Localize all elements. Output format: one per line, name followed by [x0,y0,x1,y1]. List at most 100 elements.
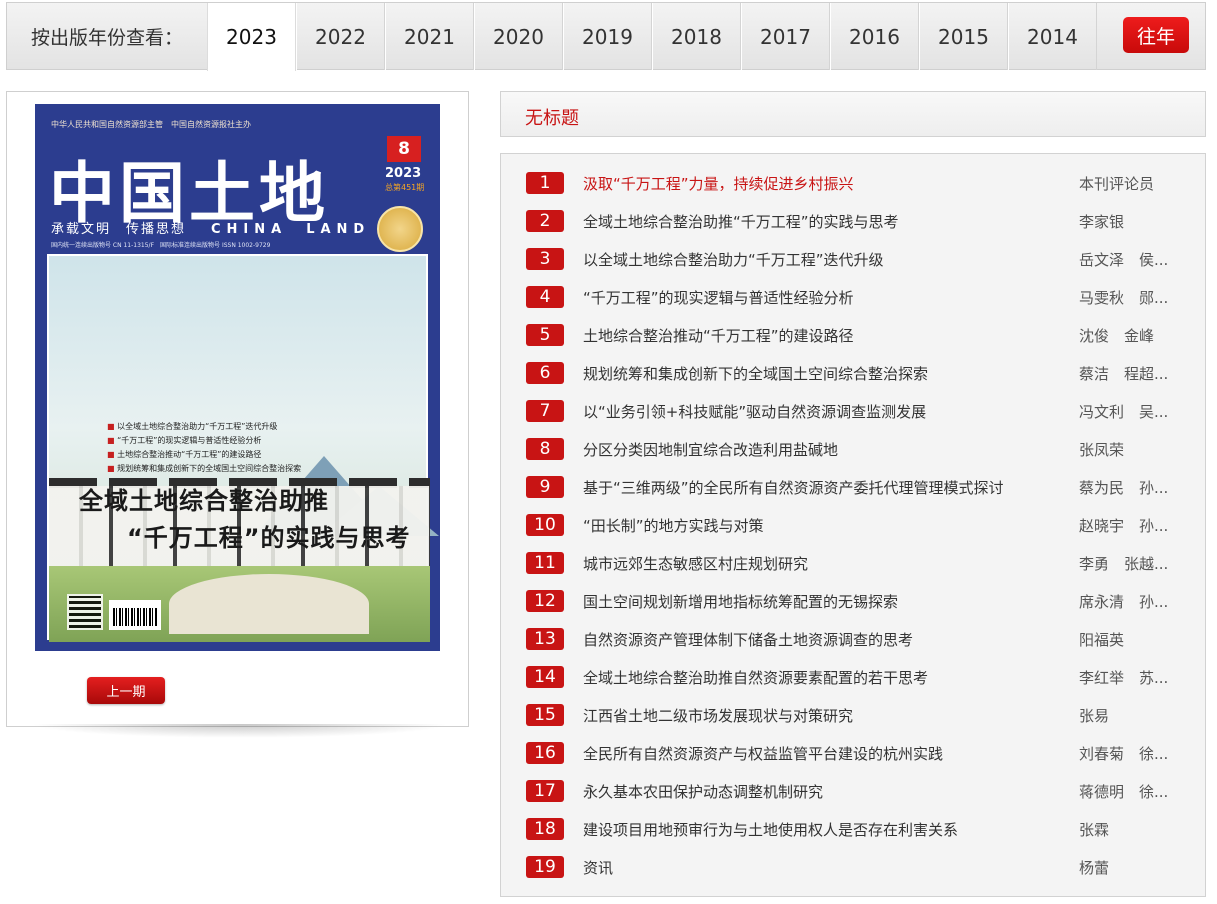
article-title-link[interactable]: 全域土地综合整治助推自然资源要素配置的若干思考 [583,667,928,688]
past-years-button[interactable]: 往年 [1123,17,1189,53]
article-row[interactable]: 3 以全域土地综合整治助力“千万工程”迭代升级 岳文泽 侯... [501,241,1205,279]
article-row[interactable]: 12 国土空间规划新增用地指标统筹配置的无锡探索 席永清 孙... [501,583,1205,621]
cover-year: 2023 [385,166,422,181]
article-number-badge: 14 [526,666,564,688]
article-author: 张易 [1079,707,1110,725]
article-row[interactable]: 13 自然资源资产管理体制下储备土地资源调查的思考 阳福英 [501,621,1205,659]
article-number-badge: 8 [526,438,564,460]
article-author: 蒋德明 徐... [1079,783,1169,801]
article-row[interactable]: 11 城市远郊生态敏感区村庄规划研究 李勇 张越... [501,545,1205,583]
article-title-link[interactable]: 基于“三维两级”的全民所有自然资源资产委托代理管理模式探讨 [583,477,1004,498]
village-road [169,574,369,634]
article-number-badge: 15 [526,704,564,726]
cover-panel: 中华人民共和国自然资源部主管 中国自然资源报社主办 中国土地 8 2023 总第… [6,91,469,727]
article-number-badge: 12 [526,590,564,612]
article-title-link[interactable]: 资讯 [583,857,613,878]
cover-headline-line1: 全域土地综合整治助推 [79,487,329,515]
article-author: 李勇 张越... [1079,555,1169,573]
section-title: 无标题 [525,108,579,129]
previous-issue-button[interactable]: 上一期 [87,677,165,704]
article-title-link[interactable]: 土地综合整治推动“千万工程”的建设路径 [583,325,854,346]
article-author: 刘春菊 徐... [1079,745,1169,763]
cover-total-issue: 总第451期 [385,183,425,192]
article-title-link[interactable]: 以全域土地综合整治助力“千万工程”迭代升级 [583,249,884,270]
article-title-link[interactable]: “田长制”的地方实践与对策 [583,515,764,536]
panel-shadow [30,724,450,738]
article-row[interactable]: 4 “千万工程”的现实逻辑与普适性经验分析 马雯秋 郧... [501,279,1205,317]
article-row[interactable]: 17 永久基本农田保护动态调整机制研究 蒋德明 徐... [501,773,1205,811]
article-title-link[interactable]: 规划统筹和集成创新下的全域国土空间综合整治探索 [583,363,928,384]
article-title-link[interactable]: 永久基本农田保护动态调整机制研究 [583,781,823,802]
article-number-badge: 6 [526,362,564,384]
article-number-badge: 16 [526,742,564,764]
award-seal-icon [377,206,423,252]
section-header: 无标题 [500,91,1206,137]
article-author: 赵晓宇 孙... [1079,517,1169,535]
article-author: 本刊评论员 [1079,175,1155,193]
cover-bullet: “千万工程”的现实逻辑与普适性经验分析 [107,434,301,448]
article-row[interactable]: 8 分区分类因地制宜综合改造利用盐碱地 张凤荣 [501,431,1205,469]
article-number-badge: 18 [526,818,564,840]
article-title-link[interactable]: 城市远郊生态敏感区村庄规划研究 [583,553,808,574]
article-author: 席永清 孙... [1079,593,1169,611]
article-title-link[interactable]: 国土空间规划新增用地指标统筹配置的无锡探索 [583,591,898,612]
article-title-link[interactable]: 江西省土地二级市场发展现状与对策研究 [583,705,853,726]
article-title-link[interactable]: 分区分类因地制宜综合改造利用盐碱地 [583,439,838,460]
article-row[interactable]: 1 汲取“千万工程”力量，持续促进乡村振兴 本刊评论员 [501,165,1205,203]
cover-bullet: 规划统筹和集成创新下的全域国土空间综合整治探索 [107,462,301,476]
article-author: 沈俊 金峰 [1079,327,1155,345]
article-title-link[interactable]: 全民所有自然资源资产与权益监管平台建设的杭州实践 [583,743,943,764]
year-tab-2022[interactable]: 2022 [296,3,385,70]
year-tab-2018[interactable]: 2018 [652,3,741,70]
article-row[interactable]: 7 以“业务引领+科技赋能”驱动自然资源调查监测发展 冯文利 吴... [501,393,1205,431]
article-author: 岳文泽 侯... [1079,251,1169,269]
article-number-badge: 13 [526,628,564,650]
year-filter-bar: 按出版年份查看： 2023 2022 2021 2020 2019 2018 2… [6,2,1206,71]
article-row[interactable]: 6 规划统筹和集成创新下的全域国土空间综合整治探索 蔡洁 程超... [501,355,1205,393]
article-title-link[interactable]: “千万工程”的现实逻辑与普适性经验分析 [583,287,854,308]
cover-slogan: 承载文明 传播思想 [51,222,187,237]
article-title-link[interactable]: 全域土地综合整治助推“千万工程”的实践与思考 [583,211,899,232]
cover-bullet-list: 以全域土地综合整治助力“千万工程”迭代升级 “千万工程”的现实逻辑与普适性经验分… [107,420,301,476]
cover-publisher: 中华人民共和国自然资源部主管 中国自然资源报社主办 [51,120,251,129]
year-tab-2019[interactable]: 2019 [563,3,652,70]
article-number-badge: 9 [526,476,564,498]
year-tab-2017[interactable]: 2017 [741,3,830,70]
article-number-badge: 10 [526,514,564,536]
article-row[interactable]: 15 江西省土地二级市场发展现状与对策研究 张易 [501,697,1205,735]
article-row[interactable]: 10 “田长制”的地方实践与对策 赵晓宇 孙... [501,507,1205,545]
year-tab-2014[interactable]: 2014 [1008,3,1097,70]
year-filter-label: 按出版年份查看： [31,27,184,49]
year-tab-2021[interactable]: 2021 [385,3,474,70]
article-title-link[interactable]: 建设项目用地预审行为与土地使用权人是否存在利害关系 [583,819,958,840]
article-author: 杨蕾 [1079,859,1110,877]
article-row[interactable]: 19 资讯 杨蕾 [501,849,1205,887]
article-author: 李红举 苏... [1079,669,1169,687]
article-title-link[interactable]: 汲取“千万工程”力量，持续促进乡村振兴 [583,173,854,194]
article-title-link[interactable]: 自然资源资产管理体制下储备土地资源调查的思考 [583,629,913,650]
magazine-cover[interactable]: 中华人民共和国自然资源部主管 中国自然资源报社主办 中国土地 8 2023 总第… [35,104,440,651]
article-row[interactable]: 2 全域土地综合整治助推“千万工程”的实践与思考 李家银 [501,203,1205,241]
qr-code-icon [67,594,103,630]
article-author: 蔡为民 孙... [1079,479,1169,497]
article-number-badge: 11 [526,552,564,574]
article-author: 李家银 [1079,213,1125,231]
year-tab-2020[interactable]: 2020 [474,3,563,70]
article-author: 马雯秋 郧... [1079,289,1169,307]
article-author: 张凤荣 [1079,441,1125,459]
year-tab-2015[interactable]: 2015 [919,3,1008,70]
article-author: 张霖 [1079,821,1110,839]
article-row[interactable]: 16 全民所有自然资源资产与权益监管平台建设的杭州实践 刘春菊 徐... [501,735,1205,773]
article-title-link[interactable]: 以“业务引领+科技赋能”驱动自然资源调查监测发展 [583,401,926,422]
cover-bullet: 以全域土地综合整治助力“千万工程”迭代升级 [107,420,301,434]
article-number-badge: 5 [526,324,564,346]
year-tab-2023[interactable]: 2023 [207,3,296,71]
cover-issn: 国内统一连续出版物号 CN 11-1315/F 国际标准连续出版物号 ISSN … [51,242,271,249]
article-row[interactable]: 9 基于“三维两级”的全民所有自然资源资产委托代理管理模式探讨 蔡为民 孙... [501,469,1205,507]
article-author: 蔡洁 程超... [1079,365,1169,383]
article-row[interactable]: 18 建设项目用地预审行为与土地使用权人是否存在利害关系 张霖 [501,811,1205,849]
article-row[interactable]: 14 全域土地综合整治助推自然资源要素配置的若干思考 李红举 苏... [501,659,1205,697]
year-tab-2016[interactable]: 2016 [830,3,919,70]
article-row[interactable]: 5 土地综合整治推动“千万工程”的建设路径 沈俊 金峰 [501,317,1205,355]
article-author: 阳福英 [1079,631,1125,649]
